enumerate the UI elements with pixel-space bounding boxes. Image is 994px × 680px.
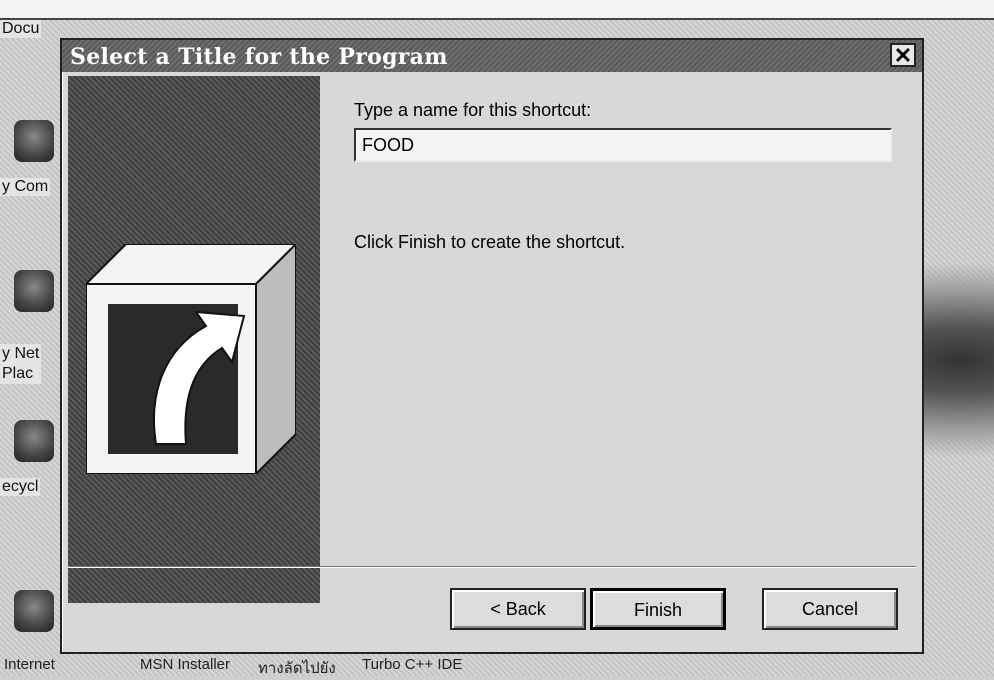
back-button[interactable]: < Back bbox=[450, 588, 586, 630]
dialog-title: Select a Title for the Program bbox=[70, 44, 448, 70]
my-computer-icon[interactable] bbox=[14, 120, 54, 162]
close-button[interactable]: ✕ bbox=[890, 43, 916, 67]
bottom-label-internet[interactable]: Internet bbox=[4, 656, 55, 673]
top-window-strip bbox=[0, 0, 994, 20]
finish-button[interactable]: Finish bbox=[590, 588, 726, 630]
internet-explorer-icon[interactable] bbox=[14, 590, 54, 632]
cancel-button[interactable]: Cancel bbox=[762, 588, 898, 630]
desktop-label-documents: Docu bbox=[0, 20, 42, 38]
select-title-dialog: Select a Title for the Program ✕ Type a … bbox=[60, 38, 924, 654]
recycle-bin-icon[interactable] bbox=[14, 420, 54, 462]
desktop-bottom-labels: Internet MSN Installer ทางลัดไปยัง Turbo… bbox=[0, 654, 700, 677]
finish-instruction-text: Click Finish to create the shortcut. bbox=[354, 232, 626, 252]
button-separator bbox=[68, 566, 916, 568]
desktop-label-recycle-bin: ecycl bbox=[0, 478, 41, 496]
wizard-side-panel bbox=[68, 76, 320, 603]
shortcut-name-input[interactable] bbox=[354, 128, 892, 162]
network-places-icon[interactable] bbox=[14, 270, 54, 312]
bottom-label-turbo-c[interactable]: Turbo C++ IDE bbox=[362, 656, 462, 673]
shortcut-arrow-icon bbox=[86, 244, 296, 474]
dialog-titlebar[interactable]: Select a Title for the Program ✕ bbox=[62, 40, 922, 72]
desktop-label-my-computer: y Com bbox=[0, 178, 51, 196]
bottom-label-shortcut-thai[interactable]: ทางลัดไปยัง bbox=[258, 656, 336, 680]
close-icon: ✕ bbox=[893, 43, 913, 68]
bottom-label-msn-installer[interactable]: MSN Installer bbox=[140, 656, 230, 673]
shortcut-name-label: Type a name for this shortcut: bbox=[354, 100, 592, 120]
desktop-label-network-places: y Net Plac bbox=[0, 344, 42, 384]
